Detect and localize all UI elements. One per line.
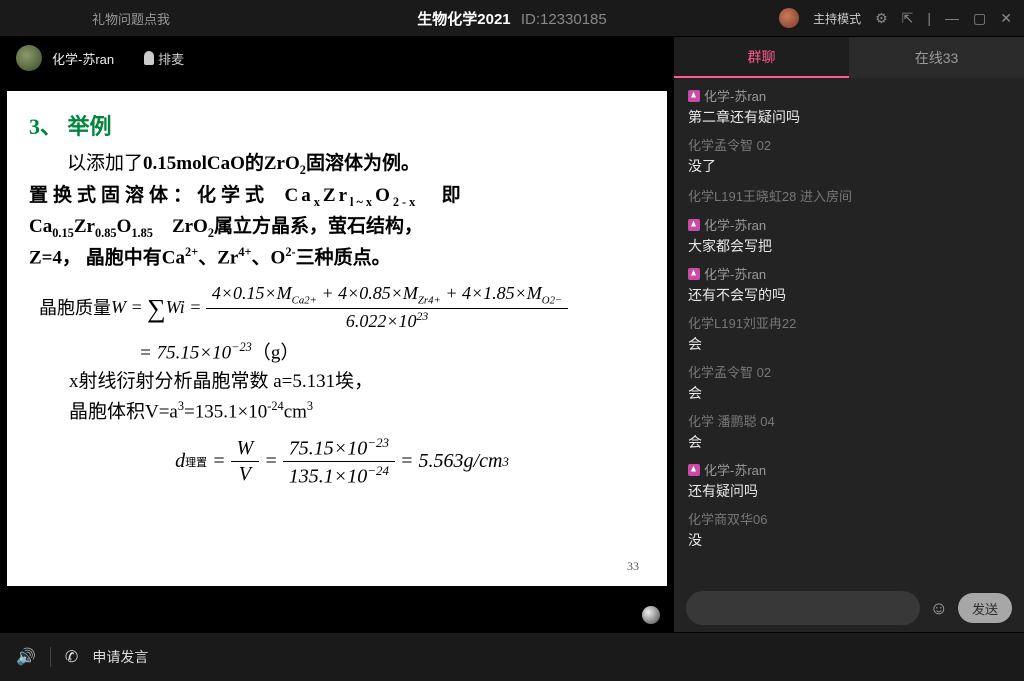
request-speak-label[interactable]: 申请发言 <box>92 647 148 667</box>
teacher-badge-icon <box>688 219 700 231</box>
chat-text: 还有疑问吗 <box>688 481 1010 501</box>
chat-input-row: ☺ 发送 <box>674 584 1024 632</box>
chat-username: 化学-苏ran <box>688 86 1010 105</box>
slide-eq3: d理置 = WV = 75.15×10−23 135.1×10−24 = 5.5… <box>39 435 645 489</box>
slide-line1: 以添加了0.15molCaO的ZrO2固溶体为例。 <box>29 149 645 180</box>
slide-line3: Ca0.15Zr0.85O1.85 ZrO2属立方晶系，萤石结构， <box>29 212 645 243</box>
chat-message: 化学 潘鹏聪 04 会 <box>674 407 1024 456</box>
chat-username: 化学-苏ran <box>688 264 1010 283</box>
speaker-icon[interactable]: 🔊 <box>16 647 36 667</box>
queue-label: 排麦 <box>158 49 184 68</box>
chat-text: 会 <box>688 383 1010 403</box>
chat-username: 化学商双华06 <box>688 509 1010 528</box>
presenter-name: 化学-苏ran <box>52 49 114 68</box>
tab-groupchat[interactable]: 群聊 <box>674 37 849 78</box>
chat-message: 化学商双华06 没 <box>674 505 1024 554</box>
slide-line6: 晶胞体积V=a3=135.1×10-24cm3 <box>69 397 645 427</box>
slide-content: 3、 举例 以添加了0.15molCaO的ZrO2固溶体为例。 置换式固溶体：化… <box>7 91 667 586</box>
chat-message: 化学孟令智 02 会 <box>674 358 1024 407</box>
floating-orb-icon[interactable] <box>642 606 660 624</box>
chat-message: 化学-苏ran 还有疑问吗 <box>674 456 1024 505</box>
send-button[interactable]: 发送 <box>958 593 1012 623</box>
teacher-badge-icon <box>688 268 700 280</box>
host-avatar-icon <box>779 8 799 28</box>
slide-eq2: = 75.15×10−23（g） <box>139 338 645 368</box>
minimize-icon[interactable]: — <box>945 10 959 26</box>
slide-line5: x射线衍射分析晶胞常数 a=5.131埃， <box>69 367 645 396</box>
mic-queue[interactable]: 排麦 <box>144 49 184 68</box>
chat-text: 没 <box>688 530 1010 550</box>
presenter-bar: 化学-苏ran 排麦 <box>0 36 674 80</box>
chat-text: 会 <box>688 432 1010 452</box>
course-title: 生物化学2021 <box>417 11 510 28</box>
slide-section-title: 3、 举例 <box>29 109 645 141</box>
main-panel: 化学-苏ran 排麦 3、 举例 以添加了0.15molCaO的ZrO2固溶体为… <box>0 36 674 632</box>
chat-list[interactable]: 化学-苏ran 第二章还有疑问吗化学孟令智 02 没了化学L191王晓虹28 进入房… <box>674 78 1024 584</box>
chat-username: 化学孟令智 02 <box>688 135 1010 154</box>
slide-eq1: 晶胞质量W = ∑Wi = 4×0.15×MCa2+ + 4×0.85×MZr4… <box>39 283 645 332</box>
chat-message: 化学-苏ran 第二章还有疑问吗 <box>674 82 1024 131</box>
chat-message: 化学-苏ran 大家都会写把 <box>674 211 1024 260</box>
maximize-icon[interactable]: ▢ <box>973 10 986 27</box>
chat-text: 第二章还有疑问吗 <box>688 107 1010 127</box>
divider-icon: | <box>927 10 931 26</box>
chat-username: 化学孟令智 02 <box>688 362 1010 381</box>
emoji-icon[interactable]: ☺ <box>930 598 948 619</box>
titlebar: 礼物问题点我 生物化学2021 ID:12330185 主持模式 ⚙ ⇱ | —… <box>0 0 1024 36</box>
chat-message: 化学-苏ran 还有不会写的吗 <box>674 260 1024 309</box>
chat-username: 化学L191刘亚冉22 <box>688 313 1010 332</box>
phone-icon[interactable]: ✆ <box>65 647 78 667</box>
chat-text: 会 <box>688 334 1010 354</box>
chat-tabs: 群聊 在线33 <box>674 36 1024 78</box>
presenter-avatar-icon <box>16 45 42 71</box>
chat-text: 没了 <box>688 156 1010 176</box>
divider <box>50 647 51 667</box>
chat-input[interactable] <box>686 591 920 625</box>
chat-text: 还有不会写的吗 <box>688 285 1010 305</box>
gift-note[interactable]: 礼物问题点我 <box>92 9 170 28</box>
slide-line4: Z=4， 晶胞中有Ca2+、Zr4+、O2-三种质点。 <box>29 243 645 273</box>
chat-username: 化学 潘鹏聪 04 <box>688 411 1010 430</box>
host-mode-label[interactable]: 主持模式 <box>813 10 861 27</box>
chat-text: 大家都会写把 <box>688 236 1010 256</box>
tab-online[interactable]: 在线33 <box>849 37 1024 78</box>
close-icon[interactable]: ✕ <box>1000 10 1012 27</box>
slide-viewport: 3、 举例 以添加了0.15molCaO的ZrO2固溶体为例。 置换式固溶体：化… <box>0 80 674 632</box>
settings-icon[interactable]: ⚙ <box>875 10 888 27</box>
chat-panel: 群聊 在线33 化学-苏ran 第二章还有疑问吗化学孟令智 02 没了化学L191王… <box>674 36 1024 632</box>
chat-system-line: 化学L191王晓虹28 进入房间 <box>674 180 1024 211</box>
popout-icon[interactable]: ⇱ <box>902 10 914 27</box>
chat-username: 化学-苏ran <box>688 215 1010 234</box>
content-area: 化学-苏ran 排麦 3、 举例 以添加了0.15molCaO的ZrO2固溶体为… <box>0 36 1024 632</box>
bottombar: 🔊 ✆ 申请发言 <box>0 632 1024 681</box>
mic-icon <box>144 51 154 65</box>
teacher-badge-icon <box>688 90 700 102</box>
slide-line2: 置换式固溶体：化学式 CaxZrl~xO2-x 即 <box>29 181 645 212</box>
chat-message: 化学L191刘亚冉22 会 <box>674 309 1024 358</box>
window-controls: 主持模式 ⚙ ⇱ | — ▢ ✕ <box>779 8 1012 28</box>
slide-page-number: 33 <box>627 559 639 574</box>
course-id: ID:12330185 <box>521 11 607 28</box>
chat-message: 化学孟令智 02 没了 <box>674 131 1024 180</box>
teacher-badge-icon <box>688 464 700 476</box>
chat-username: 化学-苏ran <box>688 460 1010 479</box>
